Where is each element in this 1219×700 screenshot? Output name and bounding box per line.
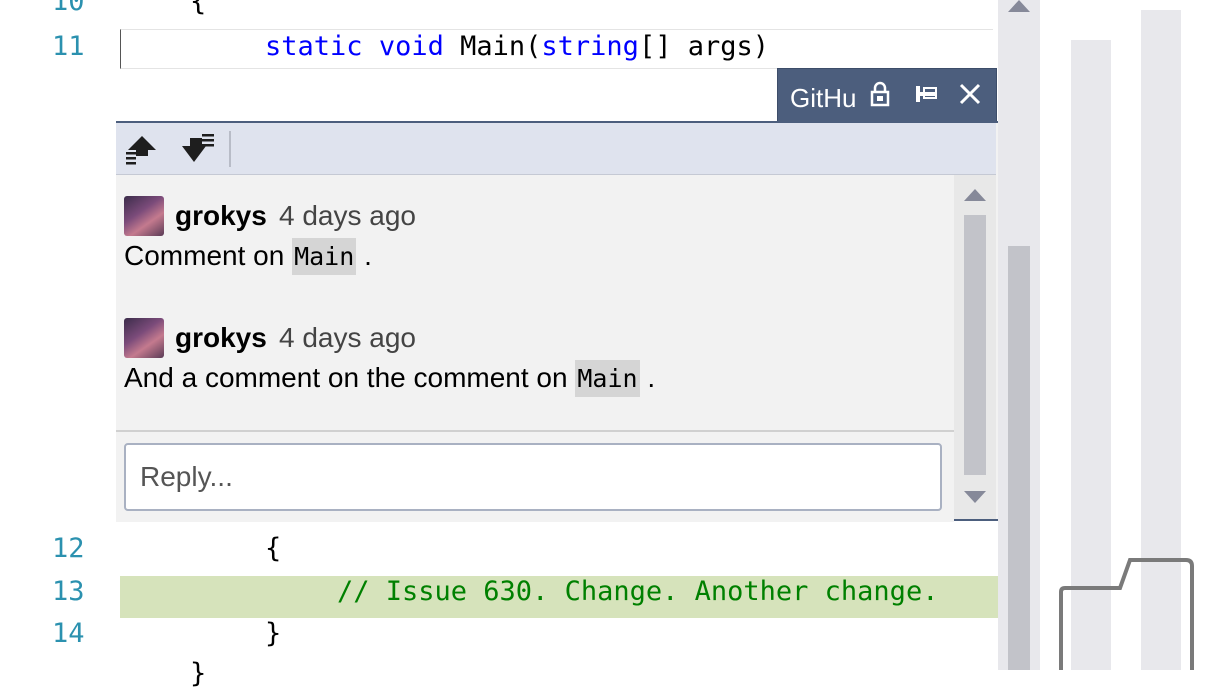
avatar: [124, 196, 164, 236]
scroll-up-icon[interactable]: [1008, 0, 1030, 12]
overview-viewport-marker: [1059, 558, 1194, 670]
next-comment-icon[interactable]: [178, 132, 214, 166]
reply-input[interactable]: [124, 443, 942, 511]
code-line-14[interactable]: 14 }: [0, 618, 998, 660]
inline-code: Main: [292, 238, 357, 275]
code-text: {: [190, 0, 207, 17]
line-number: 12: [52, 533, 85, 564]
code-line-15[interactable]: }: [0, 658, 998, 700]
identifier: Main(: [460, 31, 542, 62]
reply-area: [116, 430, 954, 522]
code-line-13[interactable]: 13 // Issue 630. Change. Another change.: [0, 576, 998, 618]
comment-item: grokys 4 days ago And a comment on the c…: [124, 318, 944, 408]
code-text: }: [265, 618, 282, 649]
comment-text-before: And a comment on the comment on: [124, 362, 568, 393]
lock-icon[interactable]: [866, 80, 894, 108]
avatar: [124, 318, 164, 358]
comment-author[interactable]: grokys: [175, 322, 267, 354]
previous-comment-icon[interactable]: [124, 132, 160, 166]
editor-scroll-thumb[interactable]: [1008, 246, 1030, 670]
code-line-11[interactable]: 11 static void Main(string[] args): [0, 31, 998, 73]
peek-tab[interactable]: GitHub: [777, 68, 997, 121]
close-icon[interactable]: [956, 80, 984, 108]
peek-toolbar: [116, 123, 996, 175]
comment-text: Comment on Main .: [124, 238, 372, 275]
keyword: string: [541, 31, 639, 62]
line-number: 11: [52, 31, 85, 62]
comment-time: 4 days ago: [279, 200, 416, 231]
peek-scrollbar[interactable]: [954, 175, 996, 519]
code-text: }: [190, 658, 207, 689]
line-number: 14: [52, 618, 85, 649]
code-line-12[interactable]: 12 {: [0, 533, 998, 575]
inline-code: Main: [575, 360, 640, 397]
comment-time: 4 days ago: [279, 322, 416, 353]
comment-text-after: .: [364, 240, 372, 271]
keyword: void: [378, 31, 444, 62]
editor-scrollbar[interactable]: [998, 0, 1040, 670]
toolbar-separator: [229, 131, 231, 167]
code-text: // Issue 630. Change. Another change.: [337, 576, 939, 607]
scroll-thumb[interactable]: [964, 215, 986, 475]
identifier: [] args): [638, 31, 769, 62]
scroll-down-icon[interactable]: [964, 491, 986, 503]
comment-item: grokys 4 days ago Comment on Main .: [124, 196, 944, 286]
code-text: static void Main(string[] args): [265, 31, 769, 62]
peek-tab-title: GitHub: [790, 83, 856, 113]
code-line-10: 10 {: [0, 0, 998, 28]
scroll-up-icon[interactable]: [964, 189, 986, 201]
pin-icon[interactable]: [912, 80, 940, 108]
comment-text-after: .: [647, 362, 656, 393]
comment-text: And a comment on the comment on Main .: [124, 360, 656, 397]
keyword: static: [265, 31, 363, 62]
code-text: {: [265, 533, 282, 564]
comment-author[interactable]: grokys: [175, 200, 267, 232]
overview-margin[interactable]: [1040, 0, 1219, 670]
comment-text-before: Comment on: [124, 240, 285, 271]
line-number: 10: [52, 0, 85, 17]
peek-panel: grokys 4 days ago Comment on Main . grok…: [116, 121, 998, 522]
line-number: 13: [52, 576, 85, 607]
